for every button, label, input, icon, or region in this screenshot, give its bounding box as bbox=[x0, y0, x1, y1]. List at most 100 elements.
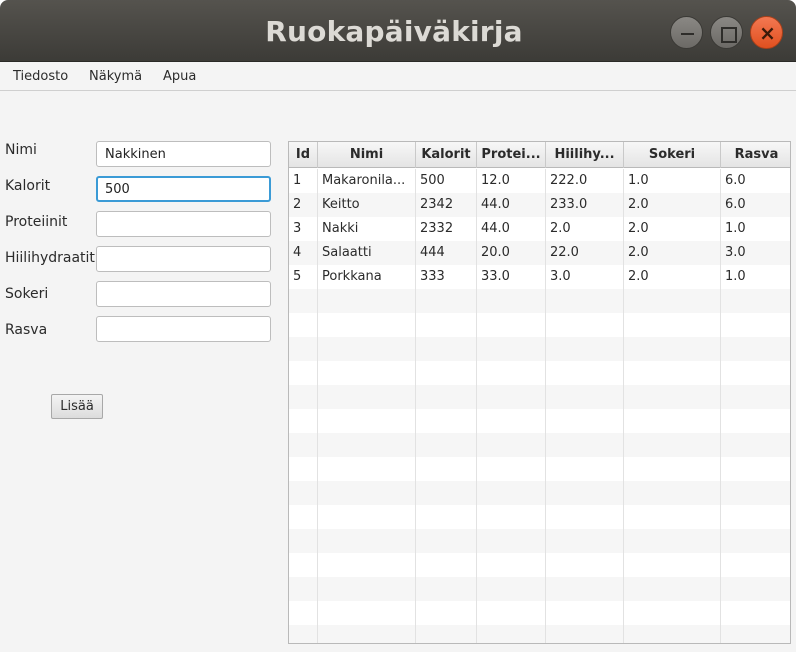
column-header-id[interactable]: Id bbox=[289, 142, 318, 168]
title-bar[interactable]: Ruokapäiväkirja × bbox=[0, 0, 796, 62]
table-cell: 5 bbox=[289, 265, 318, 289]
table-cell bbox=[318, 577, 416, 601]
table-cell bbox=[721, 625, 790, 643]
maximize-icon bbox=[711, 17, 744, 50]
table-row[interactable]: 3 Nakki 2332 44.0 2.0 2.0 1.0 bbox=[289, 217, 790, 241]
table-cell: 2.0 bbox=[624, 217, 721, 241]
fat-label: Rasva bbox=[5, 322, 48, 338]
name-field[interactable] bbox=[96, 141, 271, 167]
menu-nakyma[interactable]: Näkymä bbox=[89, 62, 142, 91]
table-cell bbox=[721, 409, 790, 433]
table-cell bbox=[477, 577, 546, 601]
table-cell bbox=[477, 505, 546, 529]
empty-table-row[interactable] bbox=[289, 601, 790, 625]
empty-table-row[interactable] bbox=[289, 505, 790, 529]
table-cell bbox=[546, 553, 624, 577]
table-row[interactable]: 5 Porkkana 333 33.0 3.0 2.0 1.0 bbox=[289, 265, 790, 289]
table-cell bbox=[624, 337, 721, 361]
empty-table-row[interactable] bbox=[289, 289, 790, 313]
table-cell bbox=[477, 409, 546, 433]
menu-tiedosto[interactable]: Tiedosto bbox=[13, 62, 68, 91]
sugar-field[interactable] bbox=[96, 281, 271, 307]
column-header-protein[interactable]: Protei... bbox=[477, 142, 546, 168]
table-cell bbox=[318, 457, 416, 481]
table-row[interactable]: 4 Salaatti 444 20.0 22.0 2.0 3.0 bbox=[289, 241, 790, 265]
table-cell: 1.0 bbox=[725, 269, 746, 284]
name-label: Nimi bbox=[5, 142, 37, 158]
close-button[interactable]: × bbox=[750, 16, 783, 49]
column-header-sugar[interactable]: Sokeri bbox=[624, 142, 721, 168]
empty-table-row[interactable] bbox=[289, 433, 790, 457]
empty-table-row[interactable] bbox=[289, 481, 790, 505]
empty-table-row[interactable] bbox=[289, 577, 790, 601]
empty-table-row[interactable] bbox=[289, 313, 790, 337]
table-cell: 3 bbox=[289, 217, 318, 241]
table-cell bbox=[721, 505, 790, 529]
maximize-button[interactable] bbox=[710, 16, 743, 49]
menu-apua[interactable]: Apua bbox=[163, 62, 196, 91]
column-header-name[interactable]: Nimi bbox=[318, 142, 416, 168]
app-window: Ruokapäiväkirja × Tiedosto Näkymä Apua N… bbox=[0, 0, 796, 652]
calories-field[interactable] bbox=[96, 176, 271, 202]
table-row[interactable]: 2 Keitto 2342 44.0 233.0 2.0 6.0 bbox=[289, 193, 790, 217]
empty-table-row[interactable] bbox=[289, 385, 790, 409]
table-cell bbox=[546, 385, 624, 409]
table-cell bbox=[416, 289, 477, 313]
table-cell bbox=[546, 409, 624, 433]
table-cell bbox=[416, 505, 477, 529]
table-cell bbox=[477, 457, 546, 481]
protein-field[interactable] bbox=[96, 211, 271, 237]
carbs-field[interactable] bbox=[96, 246, 271, 272]
table-cell bbox=[289, 289, 318, 313]
table-cell bbox=[416, 457, 477, 481]
table-cell bbox=[546, 457, 624, 481]
fat-field[interactable] bbox=[96, 316, 271, 342]
table-cell bbox=[546, 601, 624, 625]
table-cell: 2342 bbox=[416, 193, 477, 217]
table-cell: 3.0 bbox=[725, 245, 746, 260]
add-button[interactable]: Lisää bbox=[51, 394, 103, 419]
column-header-calories[interactable]: Kalorit bbox=[416, 142, 477, 168]
table-cell bbox=[477, 481, 546, 505]
column-header-fat[interactable]: Rasva bbox=[721, 142, 790, 168]
table-cell: 2.0 bbox=[624, 193, 721, 217]
sugar-label: Sokeri bbox=[5, 286, 49, 302]
table-cell bbox=[721, 601, 790, 625]
table-cell bbox=[721, 289, 790, 313]
table-cell bbox=[289, 481, 318, 505]
protein-label: Proteiinit bbox=[5, 214, 68, 230]
table-cell bbox=[721, 337, 790, 361]
table-cell bbox=[624, 361, 721, 385]
empty-table-row[interactable] bbox=[289, 553, 790, 577]
table-cell bbox=[477, 433, 546, 457]
empty-table-row[interactable] bbox=[289, 529, 790, 553]
table-cell bbox=[289, 313, 318, 337]
column-header-carbs[interactable]: Hiilihy... bbox=[546, 142, 624, 168]
table-row[interactable]: 1 Makaronila... 500 12.0 222.0 1.0 6.0 bbox=[289, 169, 790, 193]
table-cell bbox=[416, 337, 477, 361]
table-cell bbox=[721, 553, 790, 577]
table-cell bbox=[477, 553, 546, 577]
table-cell bbox=[318, 481, 416, 505]
empty-table-row[interactable] bbox=[289, 625, 790, 643]
table-cell bbox=[289, 505, 318, 529]
table-cell bbox=[721, 457, 790, 481]
table-cell bbox=[721, 361, 790, 385]
table-cell: 20.0 bbox=[477, 241, 546, 265]
table-cell bbox=[289, 409, 318, 433]
table-cell: 500 bbox=[416, 169, 477, 193]
table-cell bbox=[477, 289, 546, 313]
table-cell: Salaatti bbox=[318, 241, 416, 265]
table-cell: 444 bbox=[416, 241, 477, 265]
food-table[interactable]: Id Nimi Kalorit Protei... Hiilihy... Sok… bbox=[288, 141, 791, 644]
minimize-button[interactable] bbox=[670, 16, 703, 49]
table-cell bbox=[289, 385, 318, 409]
empty-table-row[interactable] bbox=[289, 409, 790, 433]
table-cell bbox=[318, 625, 416, 643]
empty-table-row[interactable] bbox=[289, 337, 790, 361]
empty-table-row[interactable] bbox=[289, 361, 790, 385]
table-cell bbox=[624, 577, 721, 601]
empty-table-row[interactable] bbox=[289, 457, 790, 481]
table-cell bbox=[624, 505, 721, 529]
table-cell: 2 bbox=[289, 193, 318, 217]
